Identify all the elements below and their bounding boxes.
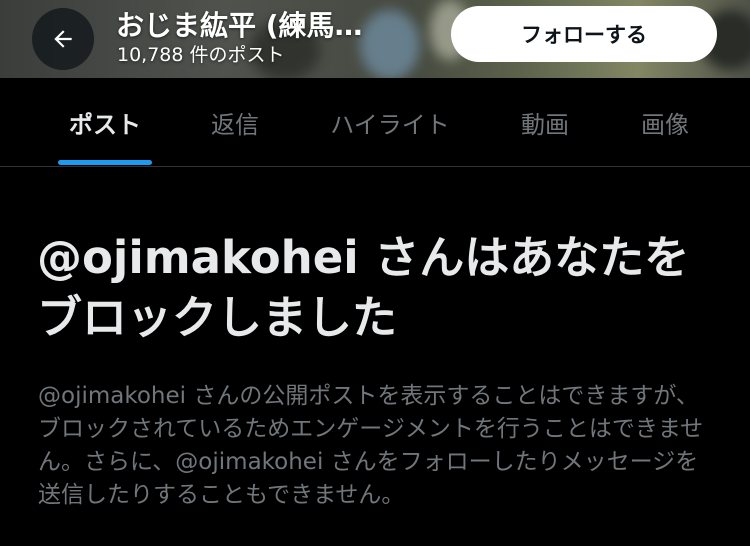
post-count: 10,788 件のポスト [117,44,285,66]
back-button[interactable] [32,8,94,70]
tab-videos[interactable]: 動画 [490,78,600,166]
profile-name: おじま紘平 (練馬… [116,9,363,42]
profile-tabs: ポスト 返信 ハイライト 動画 画像 [0,78,750,167]
blocked-description: @ojimakohei さんの公開ポストを表示することはできますが、ブロックされ… [38,383,704,508]
tab-replies[interactable]: 返信 [180,78,290,166]
arrow-left-icon [54,30,72,48]
active-tab-indicator [58,160,152,165]
tab-posts[interactable]: ポスト [40,78,170,166]
tab-images[interactable]: 画像 [610,78,720,166]
tab-highlights[interactable]: ハイライト [305,78,475,166]
follow-button[interactable]: フォローする [451,6,717,62]
blocked-title: @ojimakohei さんはあなたをブロックしました [37,231,690,344]
profile-header: おじま紘平 (練馬… 10,788 件のポスト フォローする [0,0,750,78]
